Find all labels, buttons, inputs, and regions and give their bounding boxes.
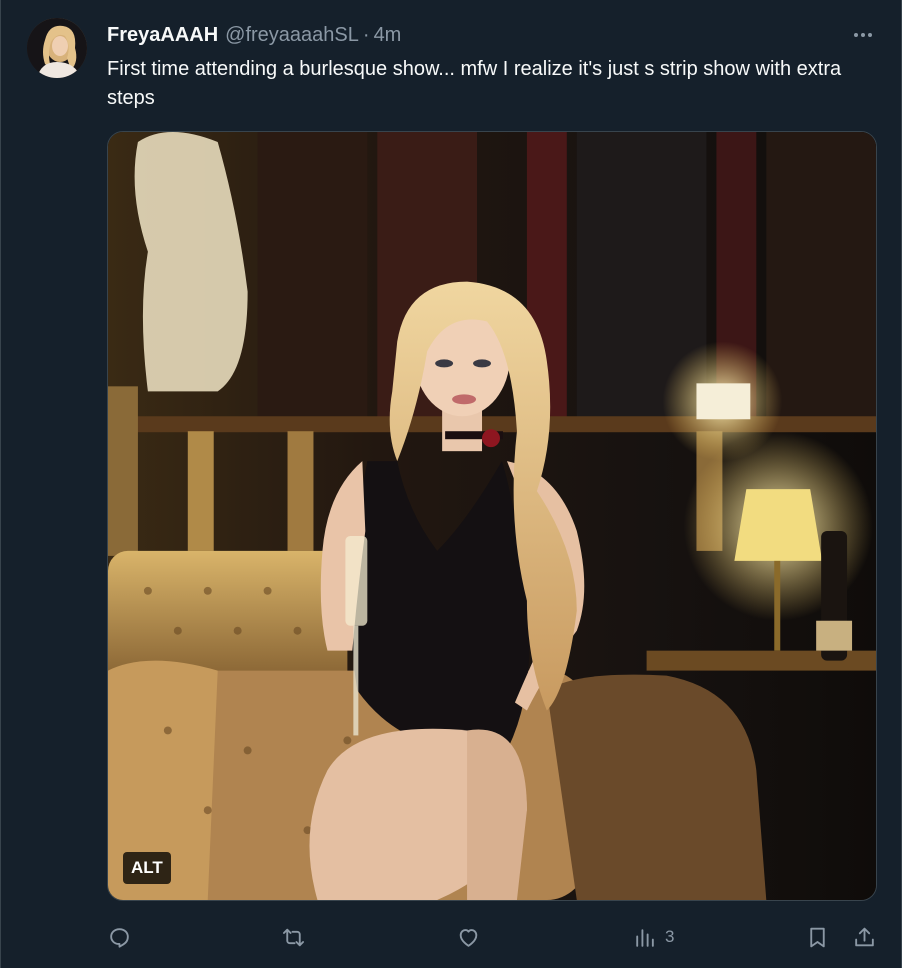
views-count: 3: [665, 927, 675, 946]
timestamp[interactable]: 4m: [374, 24, 402, 47]
share-button[interactable]: [852, 920, 877, 954]
more-horizontal-icon: [854, 33, 872, 37]
tweet-actions-bar: 3: [1, 920, 902, 954]
media-illustration: [108, 132, 876, 900]
tweet-header: FreyaAAAH @freyaaaahSL · 4m: [107, 22, 401, 48]
views-chart-icon: [636, 928, 654, 947]
tweet-card[interactable]: FreyaAAAH @freyaaaahSL · 4m First time a…: [0, 0, 902, 968]
tweet-media-image[interactable]: [107, 131, 877, 901]
share-icon: [855, 927, 874, 946]
reply-icon: [110, 927, 129, 948]
heart-icon: [459, 928, 478, 947]
retweet-button[interactable]: [281, 920, 306, 954]
like-button[interactable]: [456, 920, 481, 954]
bookmark-icon: [810, 927, 825, 947]
separator: ·: [362, 23, 370, 46]
tweet-text: First time attending a burlesque show...…: [107, 58, 842, 109]
avatar-image: [27, 18, 87, 78]
reply-button[interactable]: [107, 920, 132, 954]
avatar[interactable]: [27, 18, 87, 78]
user-handle[interactable]: @freyaaaahSL: [225, 24, 359, 47]
bookmark-button[interactable]: [805, 920, 830, 954]
more-options-button[interactable]: [849, 22, 877, 48]
retweet-icon: [282, 928, 305, 946]
views-button[interactable]: 3: [632, 920, 674, 954]
display-name[interactable]: FreyaAAAH: [107, 24, 218, 47]
alt-text-badge[interactable]: ALT: [123, 852, 171, 884]
